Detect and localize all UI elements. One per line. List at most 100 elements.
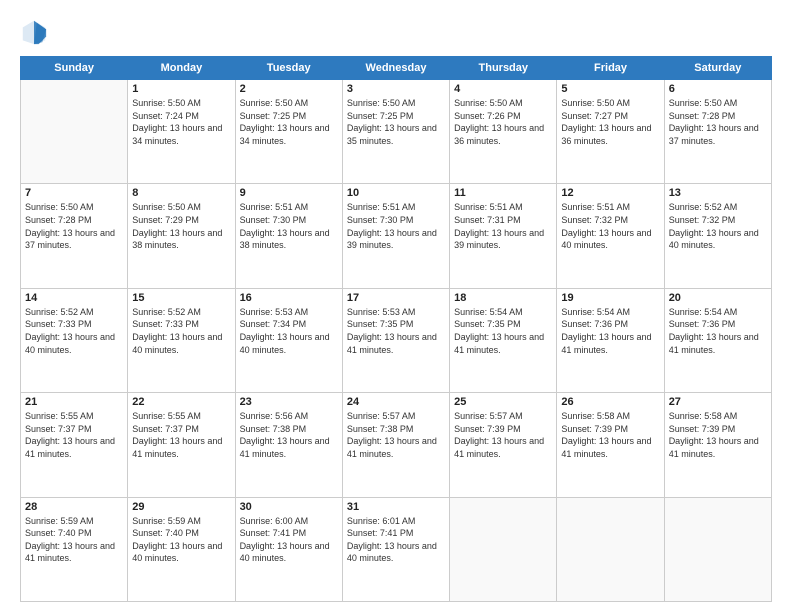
day-number: 20 bbox=[669, 292, 767, 304]
calendar-cell: 26 Sunrise: 5:58 AM Sunset: 7:39 PM Dayli… bbox=[557, 393, 664, 497]
weekday-header-monday: Monday bbox=[128, 57, 235, 80]
day-number: 25 bbox=[454, 396, 552, 408]
calendar-week-4: 21 Sunrise: 5:55 AM Sunset: 7:37 PM Dayli… bbox=[21, 393, 772, 497]
day-info: Sunrise: 5:54 AM Sunset: 7:36 PM Dayligh… bbox=[669, 306, 767, 356]
day-number: 26 bbox=[561, 396, 659, 408]
day-number: 8 bbox=[132, 187, 230, 199]
calendar-cell: 29 Sunrise: 5:59 AM Sunset: 7:40 PM Dayli… bbox=[128, 497, 235, 601]
calendar-cell: 12 Sunrise: 5:51 AM Sunset: 7:32 PM Dayli… bbox=[557, 184, 664, 288]
day-info: Sunrise: 5:52 AM Sunset: 7:32 PM Dayligh… bbox=[669, 201, 767, 251]
calendar-cell bbox=[450, 497, 557, 601]
weekday-header-tuesday: Tuesday bbox=[235, 57, 342, 80]
calendar-cell: 22 Sunrise: 5:55 AM Sunset: 7:37 PM Dayli… bbox=[128, 393, 235, 497]
header bbox=[20, 18, 772, 46]
calendar-cell: 13Sunrise: 5:52 AM Sunset: 7:32 PM Dayli… bbox=[664, 184, 771, 288]
day-number: 16 bbox=[240, 292, 338, 304]
day-number: 1 bbox=[132, 83, 230, 95]
day-info: Sunrise: 5:59 AM Sunset: 7:40 PM Dayligh… bbox=[132, 515, 230, 565]
weekday-header-thursday: Thursday bbox=[450, 57, 557, 80]
weekday-header-sunday: Sunday bbox=[21, 57, 128, 80]
day-info: Sunrise: 5:57 AM Sunset: 7:39 PM Dayligh… bbox=[454, 410, 552, 460]
calendar-cell: 2 Sunrise: 5:50 AM Sunset: 7:25 PM Daylig… bbox=[235, 80, 342, 184]
calendar-cell: 3 Sunrise: 5:50 AM Sunset: 7:25 PM Daylig… bbox=[342, 80, 449, 184]
calendar-cell: 23Sunrise: 5:56 AM Sunset: 7:38 PM Dayli… bbox=[235, 393, 342, 497]
day-info: Sunrise: 5:58 AM Sunset: 7:39 PM Dayligh… bbox=[669, 410, 767, 460]
weekday-header-friday: Friday bbox=[557, 57, 664, 80]
calendar-cell: 9Sunrise: 5:51 AM Sunset: 7:30 PM Daylig… bbox=[235, 184, 342, 288]
calendar-cell: 31 Sunrise: 6:01 AM Sunset: 7:41 PM Dayli… bbox=[342, 497, 449, 601]
day-number: 9 bbox=[240, 187, 338, 199]
day-info: Sunrise: 5:50 AM Sunset: 7:28 PM Dayligh… bbox=[669, 97, 767, 147]
calendar-cell: 27 Sunrise: 5:58 AM Sunset: 7:39 PM Dayli… bbox=[664, 393, 771, 497]
day-number: 27 bbox=[669, 396, 767, 408]
day-number: 21 bbox=[25, 396, 123, 408]
calendar-week-5: 28 Sunrise: 5:59 AM Sunset: 7:40 PM Dayli… bbox=[21, 497, 772, 601]
calendar-cell: 18 Sunrise: 5:54 AM Sunset: 7:35 PM Dayli… bbox=[450, 288, 557, 392]
day-number: 11 bbox=[454, 187, 552, 199]
day-info: Sunrise: 5:55 AM Sunset: 7:37 PM Dayligh… bbox=[132, 410, 230, 460]
day-info: Sunrise: 5:53 AM Sunset: 7:35 PM Dayligh… bbox=[347, 306, 445, 356]
day-number: 15 bbox=[132, 292, 230, 304]
calendar-cell: 8 Sunrise: 5:50 AM Sunset: 7:29 PM Daylig… bbox=[128, 184, 235, 288]
day-number: 7 bbox=[25, 187, 123, 199]
day-number: 10 bbox=[347, 187, 445, 199]
day-number: 18 bbox=[454, 292, 552, 304]
weekday-header-row: SundayMondayTuesdayWednesdayThursdayFrid… bbox=[21, 57, 772, 80]
calendar-cell: 6 Sunrise: 5:50 AM Sunset: 7:28 PM Daylig… bbox=[664, 80, 771, 184]
day-number: 17 bbox=[347, 292, 445, 304]
calendar-cell bbox=[557, 497, 664, 601]
day-info: Sunrise: 5:51 AM Sunset: 7:32 PM Dayligh… bbox=[561, 201, 659, 251]
day-number: 30 bbox=[240, 501, 338, 513]
day-info: Sunrise: 5:51 AM Sunset: 7:30 PM Dayligh… bbox=[347, 201, 445, 251]
day-info: Sunrise: 5:57 AM Sunset: 7:38 PM Dayligh… bbox=[347, 410, 445, 460]
day-info: Sunrise: 5:50 AM Sunset: 7:27 PM Dayligh… bbox=[561, 97, 659, 147]
day-number: 12 bbox=[561, 187, 659, 199]
day-number: 19 bbox=[561, 292, 659, 304]
calendar-cell: 19 Sunrise: 5:54 AM Sunset: 7:36 PM Dayli… bbox=[557, 288, 664, 392]
calendar-cell: 24 Sunrise: 5:57 AM Sunset: 7:38 PM Dayli… bbox=[342, 393, 449, 497]
calendar-cell: 28 Sunrise: 5:59 AM Sunset: 7:40 PM Dayli… bbox=[21, 497, 128, 601]
day-number: 5 bbox=[561, 83, 659, 95]
day-info: Sunrise: 5:50 AM Sunset: 7:25 PM Dayligh… bbox=[240, 97, 338, 147]
day-number: 29 bbox=[132, 501, 230, 513]
calendar-table: SundayMondayTuesdayWednesdayThursdayFrid… bbox=[20, 56, 772, 602]
day-number: 24 bbox=[347, 396, 445, 408]
day-number: 3 bbox=[347, 83, 445, 95]
day-info: Sunrise: 5:50 AM Sunset: 7:29 PM Dayligh… bbox=[132, 201, 230, 251]
calendar-week-3: 14 Sunrise: 5:52 AM Sunset: 7:33 PM Dayli… bbox=[21, 288, 772, 392]
calendar-cell: 14Sunrise: 5:52 AM Sunset: 7:33 PM Dayli… bbox=[21, 288, 128, 392]
day-info: Sunrise: 5:53 AM Sunset: 7:34 PM Dayligh… bbox=[240, 306, 338, 356]
day-number: 31 bbox=[347, 501, 445, 513]
calendar-week-2: 7 Sunrise: 5:50 AM Sunset: 7:28 PM Daylig… bbox=[21, 184, 772, 288]
day-info: Sunrise: 5:50 AM Sunset: 7:28 PM Dayligh… bbox=[25, 201, 123, 251]
day-info: Sunrise: 5:50 AM Sunset: 7:24 PM Dayligh… bbox=[132, 97, 230, 147]
calendar-cell: 4Sunrise: 5:50 AM Sunset: 7:26 PM Daylig… bbox=[450, 80, 557, 184]
calendar-cell: 7 Sunrise: 5:50 AM Sunset: 7:28 PM Daylig… bbox=[21, 184, 128, 288]
day-info: Sunrise: 5:52 AM Sunset: 7:33 PM Dayligh… bbox=[132, 306, 230, 356]
day-number: 28 bbox=[25, 501, 123, 513]
day-info: Sunrise: 5:59 AM Sunset: 7:40 PM Dayligh… bbox=[25, 515, 123, 565]
calendar-cell: 5 Sunrise: 5:50 AM Sunset: 7:27 PM Daylig… bbox=[557, 80, 664, 184]
calendar-cell: 10 Sunrise: 5:51 AM Sunset: 7:30 PM Dayli… bbox=[342, 184, 449, 288]
day-info: Sunrise: 5:54 AM Sunset: 7:36 PM Dayligh… bbox=[561, 306, 659, 356]
weekday-header-wednesday: Wednesday bbox=[342, 57, 449, 80]
day-info: Sunrise: 6:01 AM Sunset: 7:41 PM Dayligh… bbox=[347, 515, 445, 565]
day-number: 14 bbox=[25, 292, 123, 304]
calendar-cell: 11Sunrise: 5:51 AM Sunset: 7:31 PM Dayli… bbox=[450, 184, 557, 288]
calendar-week-1: 1 Sunrise: 5:50 AM Sunset: 7:24 PM Daylig… bbox=[21, 80, 772, 184]
day-info: Sunrise: 5:54 AM Sunset: 7:35 PM Dayligh… bbox=[454, 306, 552, 356]
day-number: 6 bbox=[669, 83, 767, 95]
day-info: Sunrise: 6:00 AM Sunset: 7:41 PM Dayligh… bbox=[240, 515, 338, 565]
day-info: Sunrise: 5:50 AM Sunset: 7:26 PM Dayligh… bbox=[454, 97, 552, 147]
calendar-cell: 16 Sunrise: 5:53 AM Sunset: 7:34 PM Dayli… bbox=[235, 288, 342, 392]
day-info: Sunrise: 5:50 AM Sunset: 7:25 PM Dayligh… bbox=[347, 97, 445, 147]
calendar-cell bbox=[21, 80, 128, 184]
day-number: 2 bbox=[240, 83, 338, 95]
calendar-cell: 20 Sunrise: 5:54 AM Sunset: 7:36 PM Dayli… bbox=[664, 288, 771, 392]
calendar-cell: 1 Sunrise: 5:50 AM Sunset: 7:24 PM Daylig… bbox=[128, 80, 235, 184]
day-number: 22 bbox=[132, 396, 230, 408]
calendar-cell: 25 Sunrise: 5:57 AM Sunset: 7:39 PM Dayli… bbox=[450, 393, 557, 497]
calendar-cell: 30 Sunrise: 6:00 AM Sunset: 7:41 PM Dayli… bbox=[235, 497, 342, 601]
calendar-cell: 17 Sunrise: 5:53 AM Sunset: 7:35 PM Dayli… bbox=[342, 288, 449, 392]
day-info: Sunrise: 5:58 AM Sunset: 7:39 PM Dayligh… bbox=[561, 410, 659, 460]
